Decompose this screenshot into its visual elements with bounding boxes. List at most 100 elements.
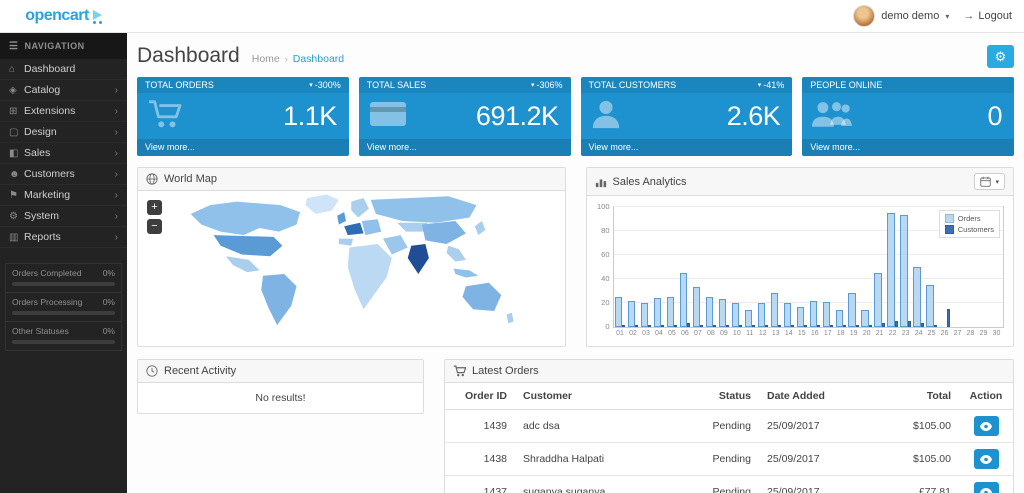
sidebar-item-extensions[interactable]: ⊞ Extensions ›	[0, 101, 127, 122]
chart-legend: Orders Customers	[938, 210, 1000, 238]
orders-bar	[809, 300, 817, 327]
sidebar-item-label: Design	[24, 126, 57, 138]
logout-button[interactable]: → Logout	[963, 10, 1012, 22]
customers-bar	[946, 309, 950, 327]
credit-card-icon	[369, 100, 407, 133]
column-header-action: Action	[959, 383, 1013, 410]
order-id: 1438	[445, 442, 515, 476]
view-order-button[interactable]	[973, 416, 999, 436]
orders-bar	[900, 215, 908, 327]
order-id: 1437	[445, 475, 515, 493]
orders-bar	[822, 301, 830, 327]
user-menu[interactable]: demo demo ▾	[853, 5, 949, 27]
tile-value: 1.1K	[283, 100, 337, 131]
eye-icon	[980, 452, 992, 467]
logout-icon: →	[963, 10, 975, 22]
sidebar-stat-orders-completed: Orders Completed 0%	[5, 263, 122, 293]
sidebar-menu: ⌂ Dashboard ◈ Catalog › ⊞ Extensions › ▢ Design › ◧…	[0, 59, 127, 248]
tile-view-more-link[interactable]: View more...	[802, 139, 1014, 156]
person-icon	[591, 99, 621, 134]
orders-bar	[666, 297, 674, 327]
latest-orders-title: Latest Orders	[472, 365, 539, 377]
gear-icon: ⚙	[9, 210, 18, 222]
recent-activity-empty: No results!	[255, 392, 306, 404]
world-map-body: + −	[138, 191, 565, 341]
chevron-right-icon: ›	[114, 105, 118, 117]
sidebar-stat-other-statuses: Other Statuses 0%	[5, 321, 122, 351]
sidebar-item-design[interactable]: ▢ Design ›	[0, 122, 127, 143]
latest-orders-table: Order ID Customer Status Date Added Total Act…	[445, 383, 1013, 493]
orders-bar	[744, 310, 752, 327]
tile-title: PEOPLE ONLINE	[810, 80, 883, 90]
bar-chart-icon	[595, 176, 607, 188]
main-content: Dashboard Home › Dashboard ⚙ TOTAL ORDER…	[127, 33, 1024, 493]
recent-activity-heading: Recent Activity	[138, 360, 423, 383]
order-row: 1439 adc dsa Pending 25/09/2017 $105.00	[445, 409, 1013, 443]
chevron-right-icon: ›	[114, 231, 118, 243]
sidebar-item-label: Customers	[24, 168, 75, 180]
caret-down-icon: ▾	[757, 82, 762, 89]
breadcrumb-home-link[interactable]: Home	[252, 53, 280, 65]
view-order-button[interactable]	[973, 449, 999, 469]
sidebar-item-system[interactable]: ⚙ System ›	[0, 206, 127, 227]
tile-view-more-link[interactable]: View more...	[137, 139, 349, 156]
sidebar-item-customers[interactable]: ☻ Customers ›	[0, 164, 127, 185]
world-map[interactable]	[138, 191, 565, 341]
world-map-svg	[190, 194, 514, 326]
view-order-button[interactable]	[973, 482, 999, 493]
chevron-right-icon: ›	[114, 210, 118, 222]
display-icon: ▢	[9, 126, 19, 138]
calendar-dropdown-button[interactable]: ▾	[974, 173, 1005, 190]
map-zoom-out-button[interactable]: −	[147, 219, 162, 234]
tag-icon: ◈	[9, 84, 17, 96]
sidebar-item-catalog[interactable]: ◈ Catalog ›	[0, 80, 127, 101]
people-icon	[812, 100, 853, 133]
map-zoom-in-button[interactable]: +	[147, 200, 162, 215]
customers-bar	[712, 324, 717, 327]
customers-bar	[894, 321, 898, 327]
navigation-header: ☰ NAVIGATION	[0, 33, 127, 59]
sidebar-item-reports[interactable]: ▥ Reports ›	[0, 227, 127, 248]
stat-label: Orders Completed	[12, 268, 82, 278]
order-date-added: 25/09/2017	[759, 475, 869, 493]
tile-title: TOTAL ORDERS	[145, 80, 214, 90]
logout-label: Logout	[978, 10, 1012, 22]
order-customer: Shraddha Halpati	[515, 442, 669, 476]
sidebar-item-dashboard[interactable]: ⌂ Dashboard	[0, 59, 127, 80]
sidebar-item-sales[interactable]: ◧ Sales ›	[0, 143, 127, 164]
sales-analytics-title: Sales Analytics	[612, 175, 687, 188]
tile-view-more-link[interactable]: View more...	[580, 139, 793, 156]
settings-button[interactable]: ⚙	[987, 44, 1014, 68]
clock-icon	[146, 365, 158, 377]
tile-view-more-link[interactable]: View more...	[358, 139, 571, 156]
stat-label: Other Statuses	[12, 326, 69, 336]
customers-bar	[699, 324, 704, 327]
eye-icon	[980, 419, 992, 434]
sidebar-item-label: Extensions	[24, 105, 76, 117]
caret-down-icon: ▾	[530, 82, 535, 89]
chevron-right-icon: ›	[114, 126, 118, 138]
orders-bar	[835, 310, 843, 327]
breadcrumb-separator: ›	[284, 54, 288, 64]
orders-bar	[679, 273, 687, 327]
user-name: demo demo	[881, 10, 940, 22]
tile-delta: ▾ -300%	[309, 80, 341, 90]
logo[interactable]: opencart	[0, 0, 127, 32]
order-row: 1438 Shraddha Halpati Pending 25/09/2017 $10…	[445, 442, 1013, 476]
column-header-order-id: Order ID	[445, 383, 515, 410]
order-status: Pending	[669, 475, 759, 493]
sidebar-item-label: Marketing	[24, 189, 71, 201]
column-header-total: Total	[869, 383, 959, 410]
customers-bar	[842, 325, 846, 327]
column-header-date-added: Date Added	[759, 383, 869, 410]
orders-bar	[861, 310, 869, 327]
orders-bar	[913, 267, 921, 327]
dashboard-icon: ⌂	[9, 63, 16, 75]
customers-bar	[725, 325, 730, 327]
latest-orders-heading: Latest Orders	[445, 360, 1013, 383]
breadcrumb-dashboard-link[interactable]: Dashboard	[293, 53, 344, 65]
sidebar-item-marketing[interactable]: ⚑ Marketing ›	[0, 185, 127, 206]
orders-bar	[926, 285, 934, 327]
orders-bar	[848, 293, 856, 327]
tile-value: 0	[987, 100, 1002, 131]
